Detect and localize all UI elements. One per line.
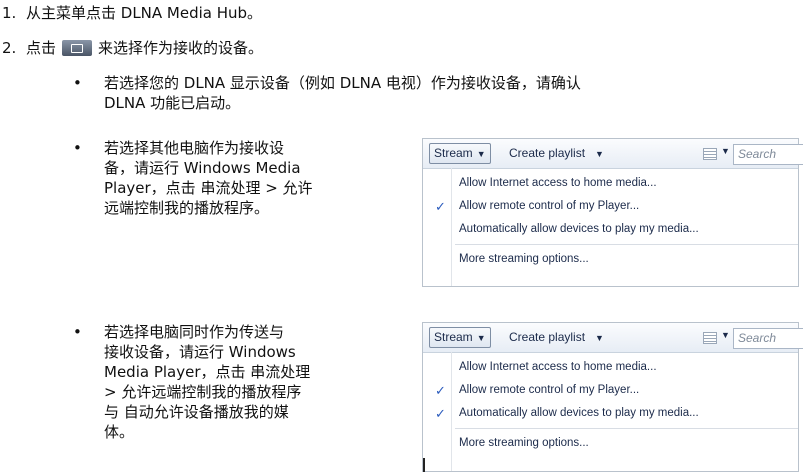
bullet-line: Player，点击 串流处理 > 允许 [104,179,313,197]
menu-item-label: More streaming options... [459,437,589,449]
bullet-line: 若选择电脑同时作为传送与 [104,323,285,341]
bullet-dot: • [73,323,82,341]
create-playlist-button[interactable]: Create playlist ▼ [509,328,604,348]
create-playlist-button[interactable]: Create playlist ▼ [509,144,604,164]
stream-label: Stream [434,146,473,160]
stream-menu: Allow Internet access to home media... ✓… [423,169,798,271]
menu-item-auto-allow-devices[interactable]: Automatically allow devices to play my m… [423,218,798,241]
create-playlist-label: Create playlist [509,330,586,344]
toolbar: Stream ▼ Create playlist ▼ ▼ Search [423,323,803,353]
menu-item-auto-allow-devices[interactable]: ✓ Automatically allow devices to play my … [423,402,798,425]
bullet-line: 与 自动允许设备播放我的媒 [104,403,289,421]
bullet-line: 远端控制我的播放程序。 [104,199,270,217]
menu-separator [455,428,798,429]
stream-label: Stream [434,330,473,344]
stream-menu: Allow Internet access to home media... ✓… [423,353,798,455]
device-select-icon [62,40,93,56]
step-text-after: 来选择作为接收的设备。 [98,39,264,57]
bullet-line: 备，请运行 Windows Media [104,159,301,177]
menu-item-remote-control[interactable]: ✓ Allow remote control of my Player... [423,195,798,218]
toolbar: Stream ▼ Create playlist ▼ ▼ Search [423,139,803,169]
checkmark-icon: ✓ [435,406,446,421]
chevron-down-icon: ▼ [595,149,604,159]
chevron-down-icon: ▼ [476,333,486,343]
menu-item-label: Automatically allow devices to play my m… [459,407,699,419]
bullet-line: 若选择您的 DLNA 显示设备（例如 DLNA 电视）作为接收设备，请确认 [104,74,581,92]
menu-item-label: Allow Internet access to home media... [459,361,657,373]
view-options-icon[interactable] [703,332,717,344]
bullet-item: • 若选择您的 DLNA 显示设备（例如 DLNA 电视）作为接收设备，请确认 … [73,73,794,113]
bullet-line: 体。 [104,423,135,441]
menu-item-label: Allow remote control of my Player... [459,200,640,212]
search-input[interactable]: Search [733,144,803,165]
stream-menu-screenshot: Stream ▼ Create playlist ▼ ▼ Search Allow … [422,322,803,472]
menu-item-internet-access[interactable]: Allow Internet access to home media... [423,356,798,379]
step-text: 从主菜单点击 DLNA Media Hub。 [26,4,263,22]
step-text-before: 点击 [26,39,57,57]
bullet-line: DLNA 功能已启动。 [104,94,241,112]
chevron-down-icon: ▼ [595,333,604,343]
view-options-icon[interactable] [703,148,717,160]
search-input[interactable]: Search [733,328,803,349]
bullet-line: 接收设备，请运行 Windows [104,343,296,361]
menu-item-more-streaming[interactable]: More streaming options... [423,248,798,271]
bullet-item: • 若选择电脑同时作为传送与 接收设备，请运行 Windows Media Pl… [73,322,394,442]
edge-mark [423,458,425,472]
menu-item-label: More streaming options... [459,253,589,265]
menu-item-label: Allow remote control of my Player... [459,384,640,396]
menu-item-remote-control[interactable]: ✓ Allow remote control of my Player... [423,379,798,402]
step-number: 1. [2,4,17,22]
checkmark-icon: ✓ [435,383,446,398]
chevron-down-icon[interactable]: ▼ [721,146,730,156]
bullet-line: > 允许远端控制我的播放程序 [104,383,302,401]
create-playlist-label: Create playlist [509,146,586,160]
bullet-dot: • [73,74,82,92]
menu-item-label: Automatically allow devices to play my m… [459,223,699,235]
bullet-item: • 若选择其他电脑作为接收设 备，请运行 Windows Media Playe… [73,138,394,218]
stream-button[interactable]: Stream ▼ [429,327,491,348]
menu-item-internet-access[interactable]: Allow Internet access to home media... [423,172,798,195]
bullet-line: Media Player，点击 串流处理 [104,363,311,381]
stream-menu-screenshot: Stream ▼ Create playlist ▼ ▼ Search Allow … [422,138,803,287]
bullet-dot: • [73,139,82,157]
menu-separator [455,244,798,245]
chevron-down-icon: ▼ [476,149,486,159]
bullet-line: 若选择其他电脑作为接收设 [104,139,285,157]
checkmark-icon: ✓ [435,199,446,214]
chevron-down-icon[interactable]: ▼ [721,330,730,340]
menu-item-more-streaming[interactable]: More streaming options... [423,432,798,455]
step-2: 2. 点击 来选择作为接收的设备。 [2,38,263,58]
menu-item-label: Allow Internet access to home media... [459,177,657,189]
stream-button[interactable]: Stream ▼ [429,143,491,164]
step-1: 1. 从主菜单点击 DLNA Media Hub。 [2,3,262,23]
step-number: 2. [2,39,17,57]
